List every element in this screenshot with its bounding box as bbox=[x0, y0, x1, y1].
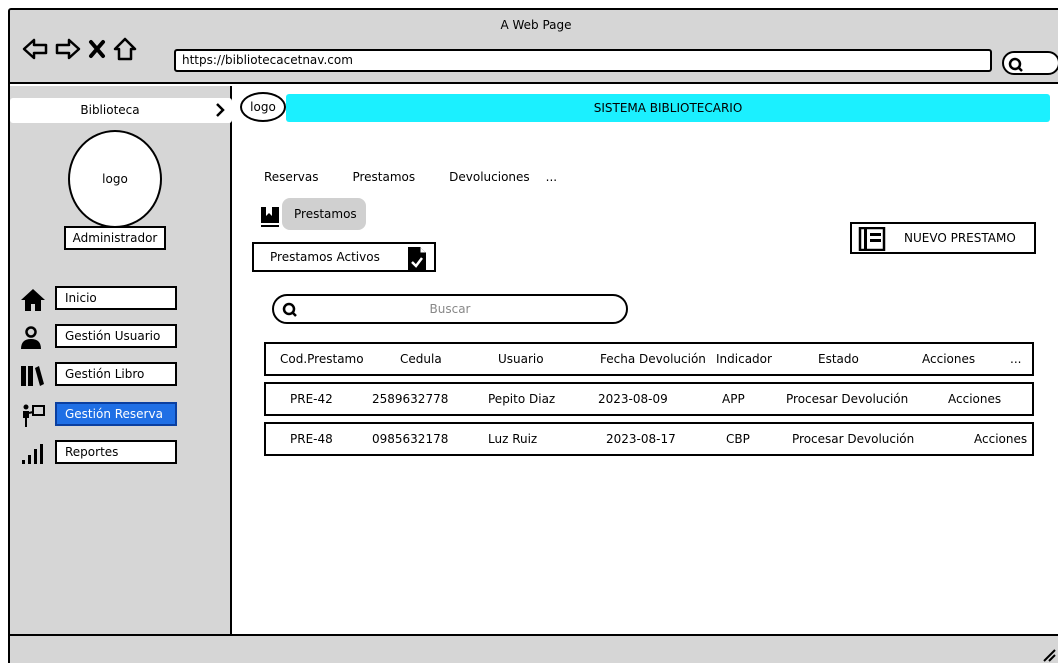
title-bar: A Web Page https://bibliotecacetnav.com bbox=[10, 10, 1058, 84]
table-cell: 0985632178 bbox=[372, 432, 449, 446]
user-icon bbox=[20, 326, 50, 350]
search-icon bbox=[282, 302, 297, 317]
column-header: Estado bbox=[818, 352, 859, 366]
table-cell: PRE-42 bbox=[290, 392, 333, 406]
table-row[interactable]: PRE-42 2589632778 Pepito Diaz 2023-08-09… bbox=[264, 382, 1034, 416]
signal-bars-icon bbox=[20, 442, 50, 466]
column-header: Fecha Devolución bbox=[600, 352, 706, 366]
nav-controls bbox=[22, 37, 137, 61]
column-header: ... bbox=[1010, 352, 1022, 366]
column-header: Acciones bbox=[922, 352, 976, 366]
table-cell: CBP bbox=[726, 432, 750, 446]
forward-icon[interactable] bbox=[55, 37, 81, 61]
sidebar-logo: logo bbox=[68, 130, 162, 228]
page-title: SISTEMA BIBLIOTECARIO bbox=[286, 94, 1050, 122]
process-return-link[interactable]: Procesar Devolución bbox=[786, 384, 908, 414]
column-header: Cod.Prestamo bbox=[280, 352, 364, 366]
search-input[interactable]: Buscar bbox=[272, 294, 628, 324]
tab-more[interactable]: ... bbox=[546, 170, 557, 184]
tab-bar: Reservas Prestamos Devoluciones ... bbox=[264, 170, 591, 184]
sidebar-item-label: Gestión Usuario bbox=[55, 324, 177, 348]
table-cell: 2589632778 bbox=[372, 392, 449, 406]
app-header: logo SISTEMA BIBLIOTECARIO bbox=[234, 86, 1058, 130]
document-check-icon bbox=[408, 247, 426, 271]
back-icon[interactable] bbox=[22, 37, 48, 61]
sidebar-header-label: Biblioteca bbox=[80, 103, 140, 117]
column-header: Indicador bbox=[716, 352, 772, 366]
role-label: Administrador bbox=[64, 226, 166, 250]
book-icon bbox=[260, 206, 280, 232]
process-return-link[interactable]: Procesar Devolución bbox=[792, 424, 914, 454]
books-icon bbox=[20, 364, 50, 388]
tab-reservas[interactable]: Reservas bbox=[264, 170, 318, 184]
home-icon bbox=[20, 288, 50, 312]
browser-search[interactable] bbox=[1002, 51, 1058, 75]
column-header: Cedula bbox=[400, 352, 442, 366]
table-cell: Luz Ruiz bbox=[488, 432, 538, 446]
table-header: Cod.Prestamo Cedula Usuario Fecha Devolu… bbox=[264, 342, 1034, 376]
sidebar-item-label: Reportes bbox=[55, 440, 177, 464]
active-loans-button[interactable]: Prestamos Activos bbox=[252, 242, 436, 272]
reservation-icon bbox=[20, 404, 50, 428]
tab-prestamos[interactable]: Prestamos bbox=[352, 170, 415, 184]
table-cell: 2023-08-09 bbox=[598, 392, 668, 406]
new-loan-button[interactable]: NUEVO PRESTAMO bbox=[850, 222, 1036, 254]
table-cell: APP bbox=[722, 392, 745, 406]
sidebar-header[interactable]: Biblioteca bbox=[10, 98, 232, 123]
window-title: A Web Page bbox=[500, 18, 572, 32]
status-bar bbox=[10, 634, 1058, 663]
sidebar-item-label: Gestión Libro bbox=[55, 362, 177, 386]
row-actions-button[interactable]: Acciones bbox=[948, 384, 1001, 414]
column-header: Usuario bbox=[498, 352, 544, 366]
sidebar: Biblioteca logo Administrador Inicio Ges… bbox=[10, 86, 232, 638]
chevron-right-icon[interactable] bbox=[214, 102, 226, 121]
active-loans-label: Prestamos Activos bbox=[270, 250, 380, 264]
header-logo: logo bbox=[240, 92, 286, 122]
address-bar[interactable]: https://bibliotecacetnav.com bbox=[174, 49, 992, 72]
table-cell: Pepito Diaz bbox=[488, 392, 556, 406]
sidebar-item-label: Inicio bbox=[55, 286, 177, 310]
home-nav-icon[interactable] bbox=[113, 37, 137, 61]
book-add-icon bbox=[858, 227, 886, 251]
table-row[interactable]: PRE-48 0985632178 Luz Ruiz 2023-08-17 CB… bbox=[264, 422, 1034, 456]
tab-devoluciones[interactable]: Devoluciones bbox=[449, 170, 530, 184]
row-actions-button[interactable]: Acciones bbox=[974, 424, 1027, 454]
resize-grip-icon[interactable] bbox=[1040, 646, 1056, 662]
table-cell: PRE-48 bbox=[290, 432, 333, 446]
search-placeholder: Buscar bbox=[429, 302, 471, 316]
table-cell: 2023-08-17 bbox=[606, 432, 676, 446]
section-label: Prestamos bbox=[282, 198, 366, 230]
new-loan-label: NUEVO PRESTAMO bbox=[904, 231, 1016, 245]
browser-window: A Web Page https://bibliotecacetnav.com … bbox=[8, 8, 1058, 663]
search-icon bbox=[1008, 57, 1023, 72]
sidebar-item-label: Gestión Reserva bbox=[55, 402, 177, 426]
stop-icon[interactable] bbox=[88, 39, 106, 59]
